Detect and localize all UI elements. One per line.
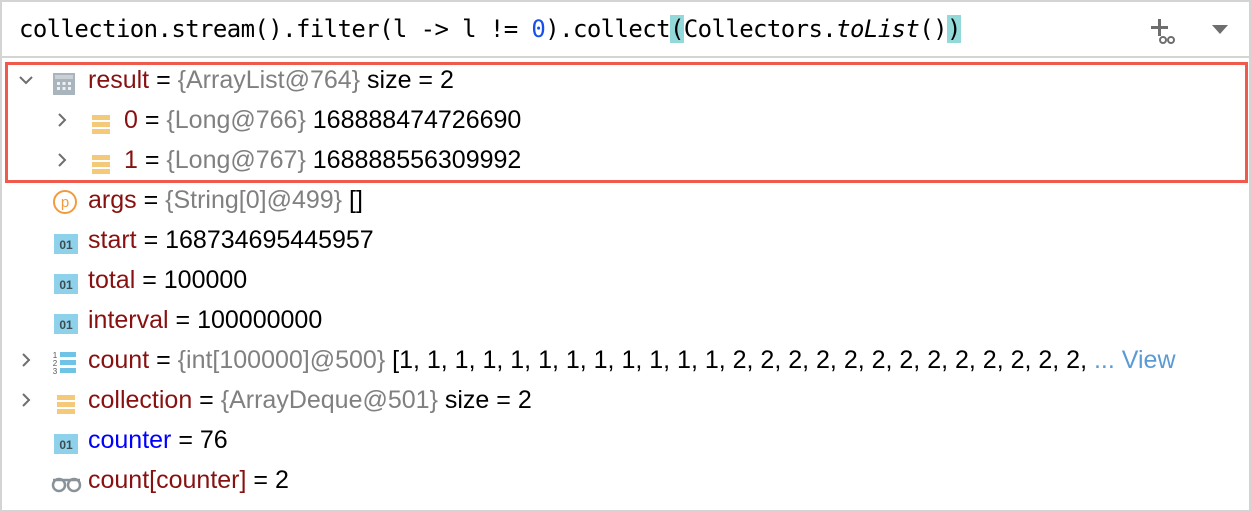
svg-text:3: 3	[53, 367, 58, 376]
variable-type: {Long@766}	[166, 106, 306, 134]
variable-row-collection[interactable]: collection = {ArrayDeque@501} size = 2	[2, 380, 1249, 420]
variable-value: 168888556309992	[312, 146, 522, 174]
variable-row-args[interactable]: p args = {String[0]@499} []	[2, 180, 1249, 220]
variable-value: 100000000	[197, 306, 323, 334]
watch-row-count-counter[interactable]: count[counter] = 2	[2, 460, 1249, 500]
variable-value: 2	[274, 466, 289, 494]
matched-paren-open: (	[669, 15, 684, 43]
variable-value: 168734695445957	[165, 226, 374, 254]
expression-text: ()	[919, 15, 947, 43]
variable-row-result[interactable]: result = {ArrayList@764} size = 2	[2, 60, 1249, 100]
primitive-icon: 01	[54, 228, 78, 254]
list-item-icon	[56, 388, 80, 414]
chevron-right-icon	[58, 113, 67, 127]
primitive-icon: 01	[54, 428, 78, 454]
watch-glasses-icon	[50, 468, 82, 493]
variable-value: 76	[199, 426, 228, 454]
variable-type: {int[100000]@500}	[177, 346, 386, 374]
collapse-chevron[interactable]	[16, 60, 36, 100]
variable-value: size = 2	[444, 386, 532, 414]
svg-text:01: 01	[59, 278, 73, 292]
add-watch-button[interactable]	[1150, 16, 1180, 46]
variable-value: []	[349, 186, 363, 214]
expression-static-method: toList	[836, 15, 920, 43]
expand-chevron[interactable]	[16, 340, 36, 380]
watch-expression: count[counter]	[88, 466, 247, 494]
expression-text: Collectors.	[683, 15, 837, 43]
evaluate-expression-bar[interactable]: collection.stream().filter(l -> l != 0).…	[2, 2, 1249, 58]
expression-text: ).collect	[545, 15, 670, 43]
chevron-down-icon	[19, 76, 33, 85]
variable-type: {Long@767}	[166, 146, 306, 174]
variable-row-item-1[interactable]: 1 = {Long@767} 168888556309992	[2, 140, 1249, 180]
expand-chevron[interactable]	[52, 100, 72, 140]
variable-name: result	[88, 66, 150, 94]
svg-text:01: 01	[59, 238, 73, 252]
variable-row-interval[interactable]: 01 interval = 100000000	[2, 300, 1249, 340]
variable-type: {String[0]@499}	[165, 186, 343, 214]
variable-row-item-0[interactable]: 0 = {Long@766} 168888474726690	[2, 100, 1249, 140]
chevron-right-icon	[22, 353, 31, 367]
expression-number-literal: 0	[531, 15, 546, 43]
table-icon	[52, 68, 76, 95]
view-array-link[interactable]: ... View	[1094, 346, 1176, 374]
variable-row-counter[interactable]: 01 counter = 76	[2, 420, 1249, 460]
variable-name: interval	[88, 306, 169, 334]
parameter-icon: p	[52, 188, 77, 214]
variable-value: [1, 1, 1, 1, 1, 1, 1, 1, 1, 1, 1, 1, 2, …	[392, 346, 1094, 374]
expression-input[interactable]: collection.stream().filter(l -> l != 0).…	[19, 15, 961, 43]
history-dropdown-button[interactable]	[1210, 22, 1230, 38]
list-item-icon	[90, 108, 114, 134]
dropdown-triangle-icon	[1212, 25, 1228, 34]
variable-name: args	[88, 186, 137, 214]
list-item-icon	[90, 148, 114, 174]
variable-type: {ArrayDeque@501}	[220, 386, 438, 414]
variable-name: 1	[124, 146, 138, 174]
array-icon: 123	[52, 348, 76, 376]
variable-name: counter	[88, 426, 172, 454]
variable-name: 0	[124, 106, 138, 134]
variable-row-count[interactable]: 123 count = {int[100000]@500} [1, 1, 1, …	[2, 340, 1249, 380]
variable-name: total	[88, 266, 136, 294]
variable-value: 168888474726690	[312, 106, 522, 134]
variable-name: count	[88, 346, 150, 374]
expand-chevron[interactable]	[52, 140, 72, 180]
svg-text:01: 01	[59, 318, 73, 332]
variable-type: {ArrayList@764}	[177, 66, 361, 94]
primitive-icon: 01	[54, 308, 78, 334]
variable-value: size = 2	[367, 66, 454, 94]
expression-text: collection.stream().filter(l -> l !=	[19, 15, 532, 43]
add-watch-icon	[1151, 19, 1175, 44]
variable-value: 100000	[163, 266, 248, 294]
variable-name: collection	[88, 386, 193, 414]
expand-chevron[interactable]	[16, 380, 36, 420]
debugger-variables-panel: collection.stream().filter(l -> l != 0).…	[2, 2, 1249, 510]
chevron-right-icon	[22, 393, 31, 407]
primitive-icon: 01	[54, 268, 78, 294]
variable-row-total[interactable]: 01 total = 100000	[2, 260, 1249, 300]
svg-text:01: 01	[59, 438, 73, 452]
chevron-right-icon	[58, 153, 67, 167]
svg-text:p: p	[61, 194, 69, 211]
variable-name: start	[88, 226, 137, 254]
variable-row-start[interactable]: 01 start = 168734695445957	[2, 220, 1249, 260]
matched-paren-close: )	[946, 15, 961, 43]
